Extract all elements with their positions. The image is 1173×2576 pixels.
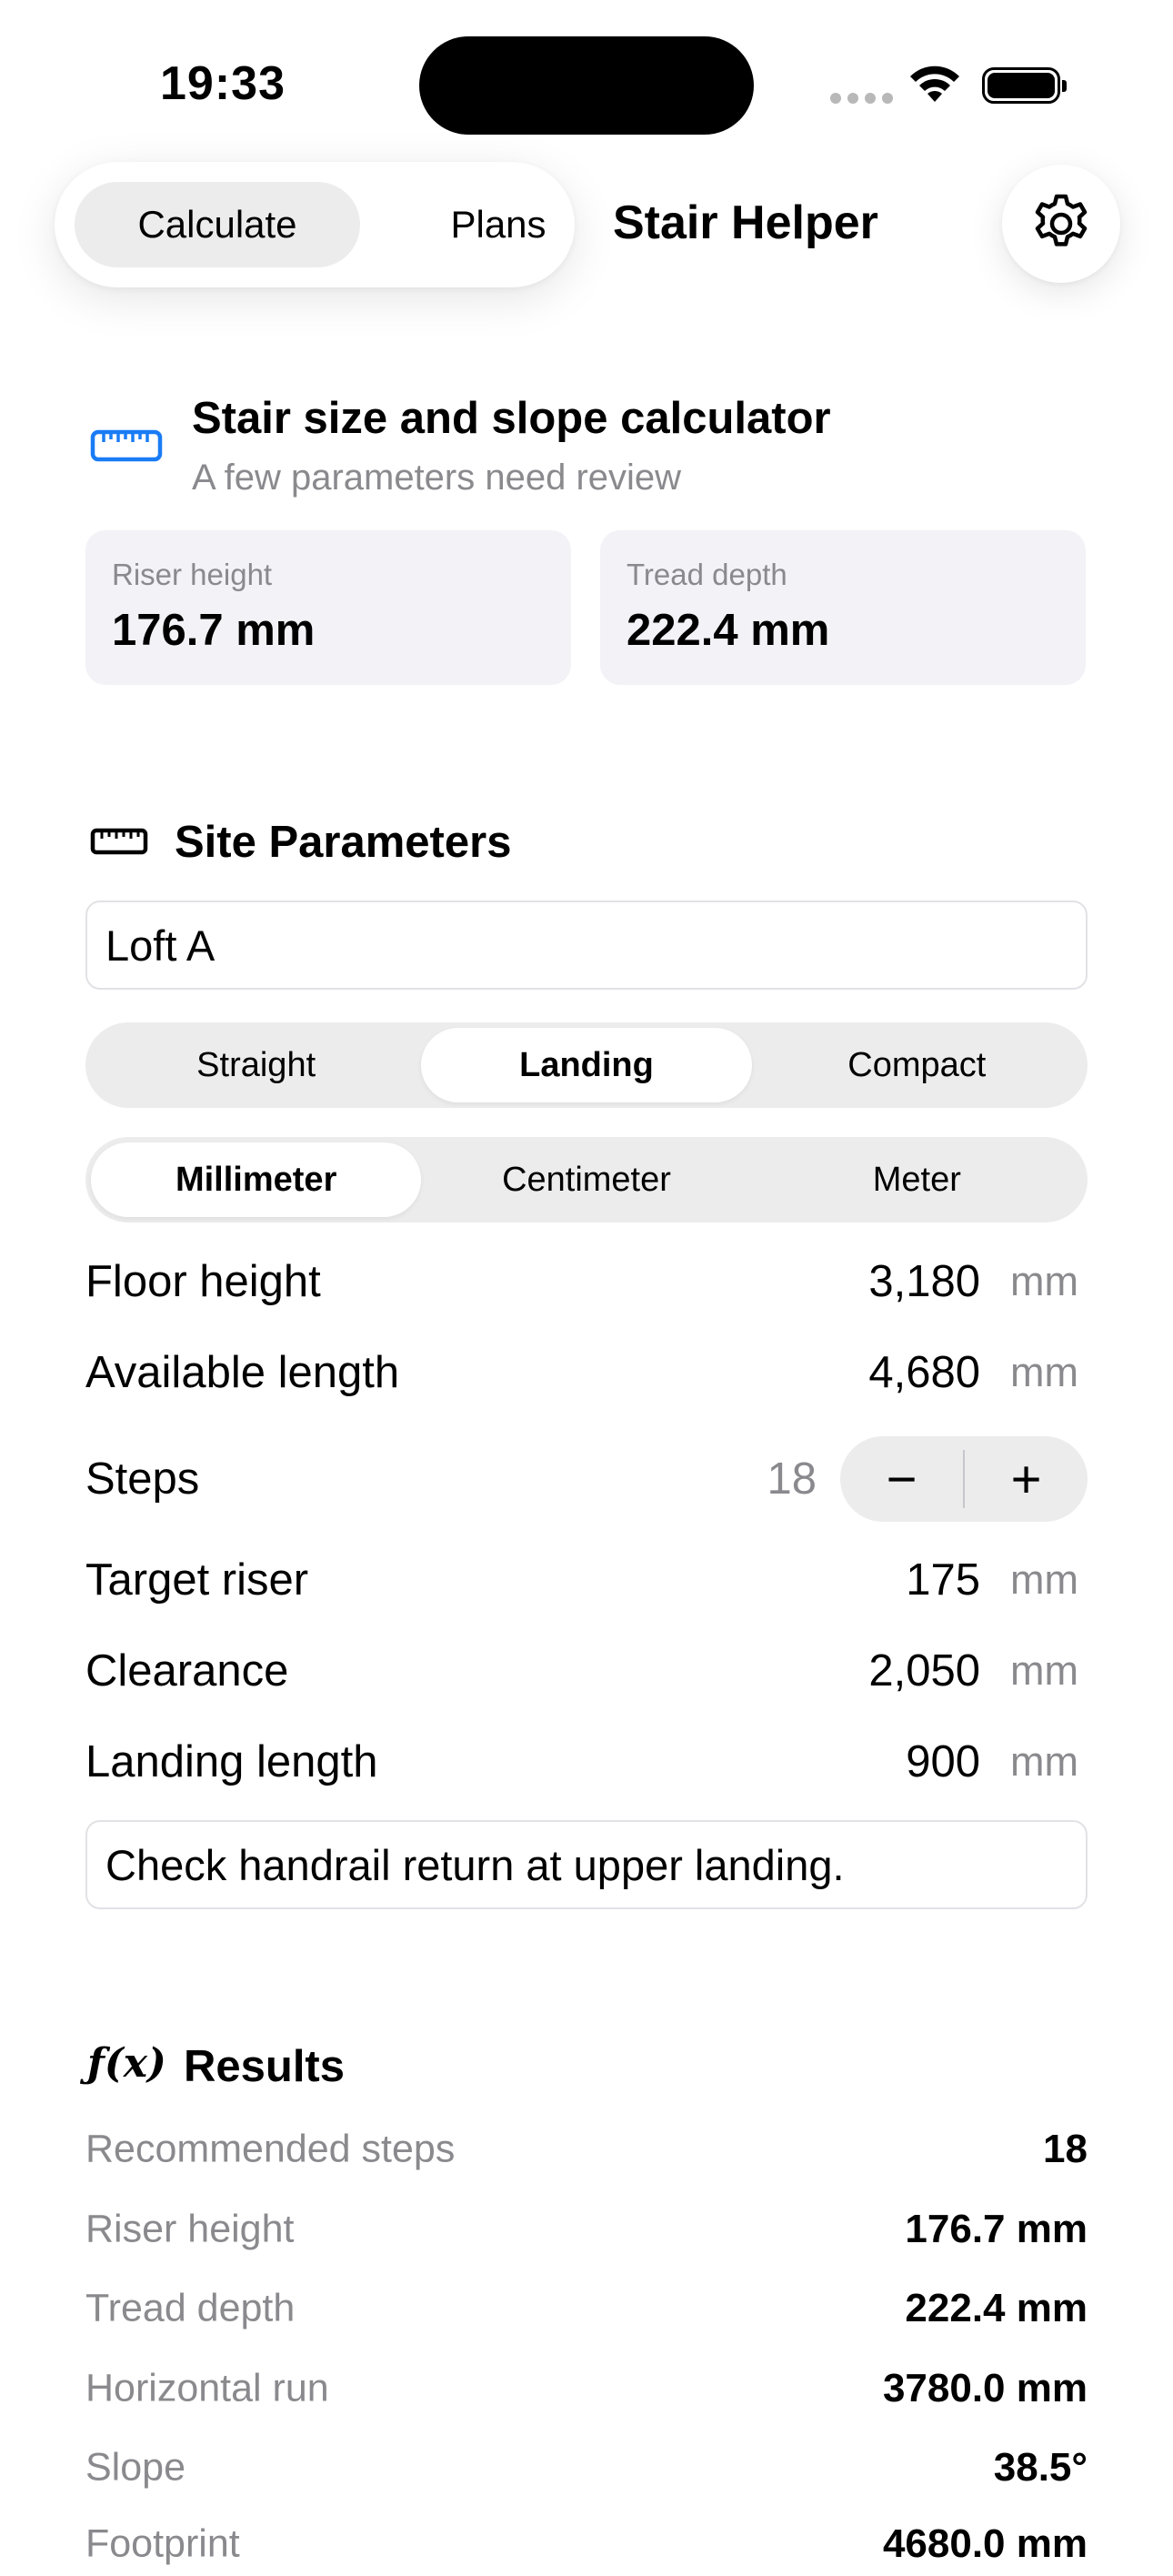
result-key: Slope	[85, 2445, 185, 2490]
stair-type-compact[interactable]: Compact	[752, 1028, 1082, 1102]
notes-field[interactable]: Check handrail return at upper landing.	[85, 1820, 1088, 1909]
gear-icon	[1035, 194, 1088, 247]
row-label: Floor height	[85, 1257, 321, 1306]
increment-button[interactable]: +	[965, 1436, 1088, 1522]
result-key: Tread depth	[85, 2286, 296, 2330]
battery-icon	[982, 67, 1067, 104]
result-row: Footprint 4680.0 mm	[85, 2512, 1088, 2576]
result-value: 176.7 mm	[905, 2207, 1088, 2251]
card-label: Tread depth	[627, 558, 787, 591]
notes-value: Check handrail return at upper landing.	[105, 1840, 845, 1889]
card-value: 222.4 mm	[627, 606, 830, 655]
steps-row: Steps 18 − +	[85, 1434, 1088, 1524]
steps-value: 18	[767, 1454, 817, 1504]
card-value: 176.7 mm	[112, 606, 316, 655]
result-row: Recommended steps 18	[85, 2118, 1088, 2181]
tab-plans[interactable]: Plans	[368, 182, 628, 267]
riser-height-card: Riser height 176.7 mm	[85, 530, 571, 685]
result-row: Horizontal run 3780.0 mm	[85, 2357, 1088, 2420]
landing-length-row: Landing length 900 mm	[85, 1721, 1088, 1803]
row-label: Steps	[85, 1454, 200, 1504]
row-label: Target riser	[85, 1555, 309, 1605]
available-length-row: Available length 4,680 mm	[85, 1332, 1088, 1414]
steps-stepper: − +	[840, 1436, 1088, 1522]
tab-calculate[interactable]: Calculate	[75, 182, 360, 267]
floor-height-row: Floor height 3,180 mm	[85, 1241, 1088, 1323]
results-heading: Results	[184, 2042, 346, 2091]
tape-measure-icon	[90, 828, 148, 855]
dynamic-island	[419, 36, 754, 135]
wifi-icon	[910, 65, 959, 102]
landing-length-input[interactable]: 900	[906, 1736, 980, 1787]
unit-meter[interactable]: Meter	[752, 1142, 1082, 1217]
summary-title: Stair size and slope calculator	[192, 394, 831, 443]
stair-type-straight[interactable]: Straight	[91, 1028, 421, 1102]
result-key: Footprint	[85, 2521, 240, 2566]
target-riser-row: Target riser 175 mm	[85, 1539, 1088, 1621]
result-value: 38.5°	[993, 2445, 1088, 2490]
result-row: Slope 38.5°	[85, 2436, 1088, 2500]
app-title: Stair Helper	[613, 196, 878, 249]
result-row: Tread depth 222.4 mm	[85, 2277, 1088, 2340]
site-name-value: Loft A	[105, 921, 216, 970]
view-switcher: Calculate Plans	[55, 162, 575, 287]
clearance-input[interactable]: 2,050	[868, 1645, 980, 1696]
result-value: 18	[1043, 2127, 1088, 2171]
unit-centimeter[interactable]: Centimeter	[421, 1142, 751, 1217]
unit-picker: Millimeter Centimeter Meter	[85, 1137, 1088, 1223]
settings-button[interactable]	[1002, 165, 1120, 283]
floor-height-input[interactable]: 3,180	[868, 1256, 980, 1307]
row-label: Available length	[85, 1348, 400, 1397]
site-name-field[interactable]: Loft A	[85, 901, 1088, 990]
summary-subtitle: A few parameters need review	[192, 458, 682, 498]
result-value: 222.4 mm	[905, 2286, 1088, 2330]
status-time: 19:33	[160, 57, 286, 110]
unit-millimeter[interactable]: Millimeter	[91, 1142, 422, 1217]
site-parameters-heading: Site Parameters	[175, 818, 512, 867]
result-key: Horizontal run	[85, 2366, 329, 2410]
row-label: Clearance	[85, 1646, 289, 1696]
cellular-signal-icon	[830, 93, 893, 104]
target-riser-input[interactable]: 175	[906, 1555, 980, 1605]
stair-type-landing[interactable]: Landing	[421, 1028, 752, 1102]
result-value: 4680.0 mm	[882, 2521, 1088, 2566]
unit-label: mm	[1010, 1556, 1078, 1603]
card-label: Riser height	[112, 558, 273, 591]
decrement-button[interactable]: −	[840, 1436, 963, 1522]
result-key: Riser height	[85, 2207, 295, 2251]
available-length-input[interactable]: 4,680	[868, 1347, 980, 1398]
result-value: 3780.0 mm	[882, 2366, 1088, 2410]
tread-depth-card: Tread depth 222.4 mm	[600, 530, 1086, 685]
function-icon: ƒ(x)	[87, 2040, 166, 2087]
result-row: Riser height 176.7 mm	[85, 2198, 1088, 2261]
row-label: Landing length	[85, 1737, 378, 1786]
unit-label: mm	[1010, 1647, 1078, 1694]
unit-label: mm	[1010, 1349, 1078, 1395]
unit-label: mm	[1010, 1738, 1078, 1785]
clearance-row: Clearance 2,050 mm	[85, 1630, 1088, 1712]
stair-type-picker: Straight Landing Compact	[85, 1022, 1088, 1108]
ruler-icon	[90, 429, 163, 462]
unit-label: mm	[1010, 1258, 1078, 1304]
result-key: Recommended steps	[85, 2127, 456, 2171]
